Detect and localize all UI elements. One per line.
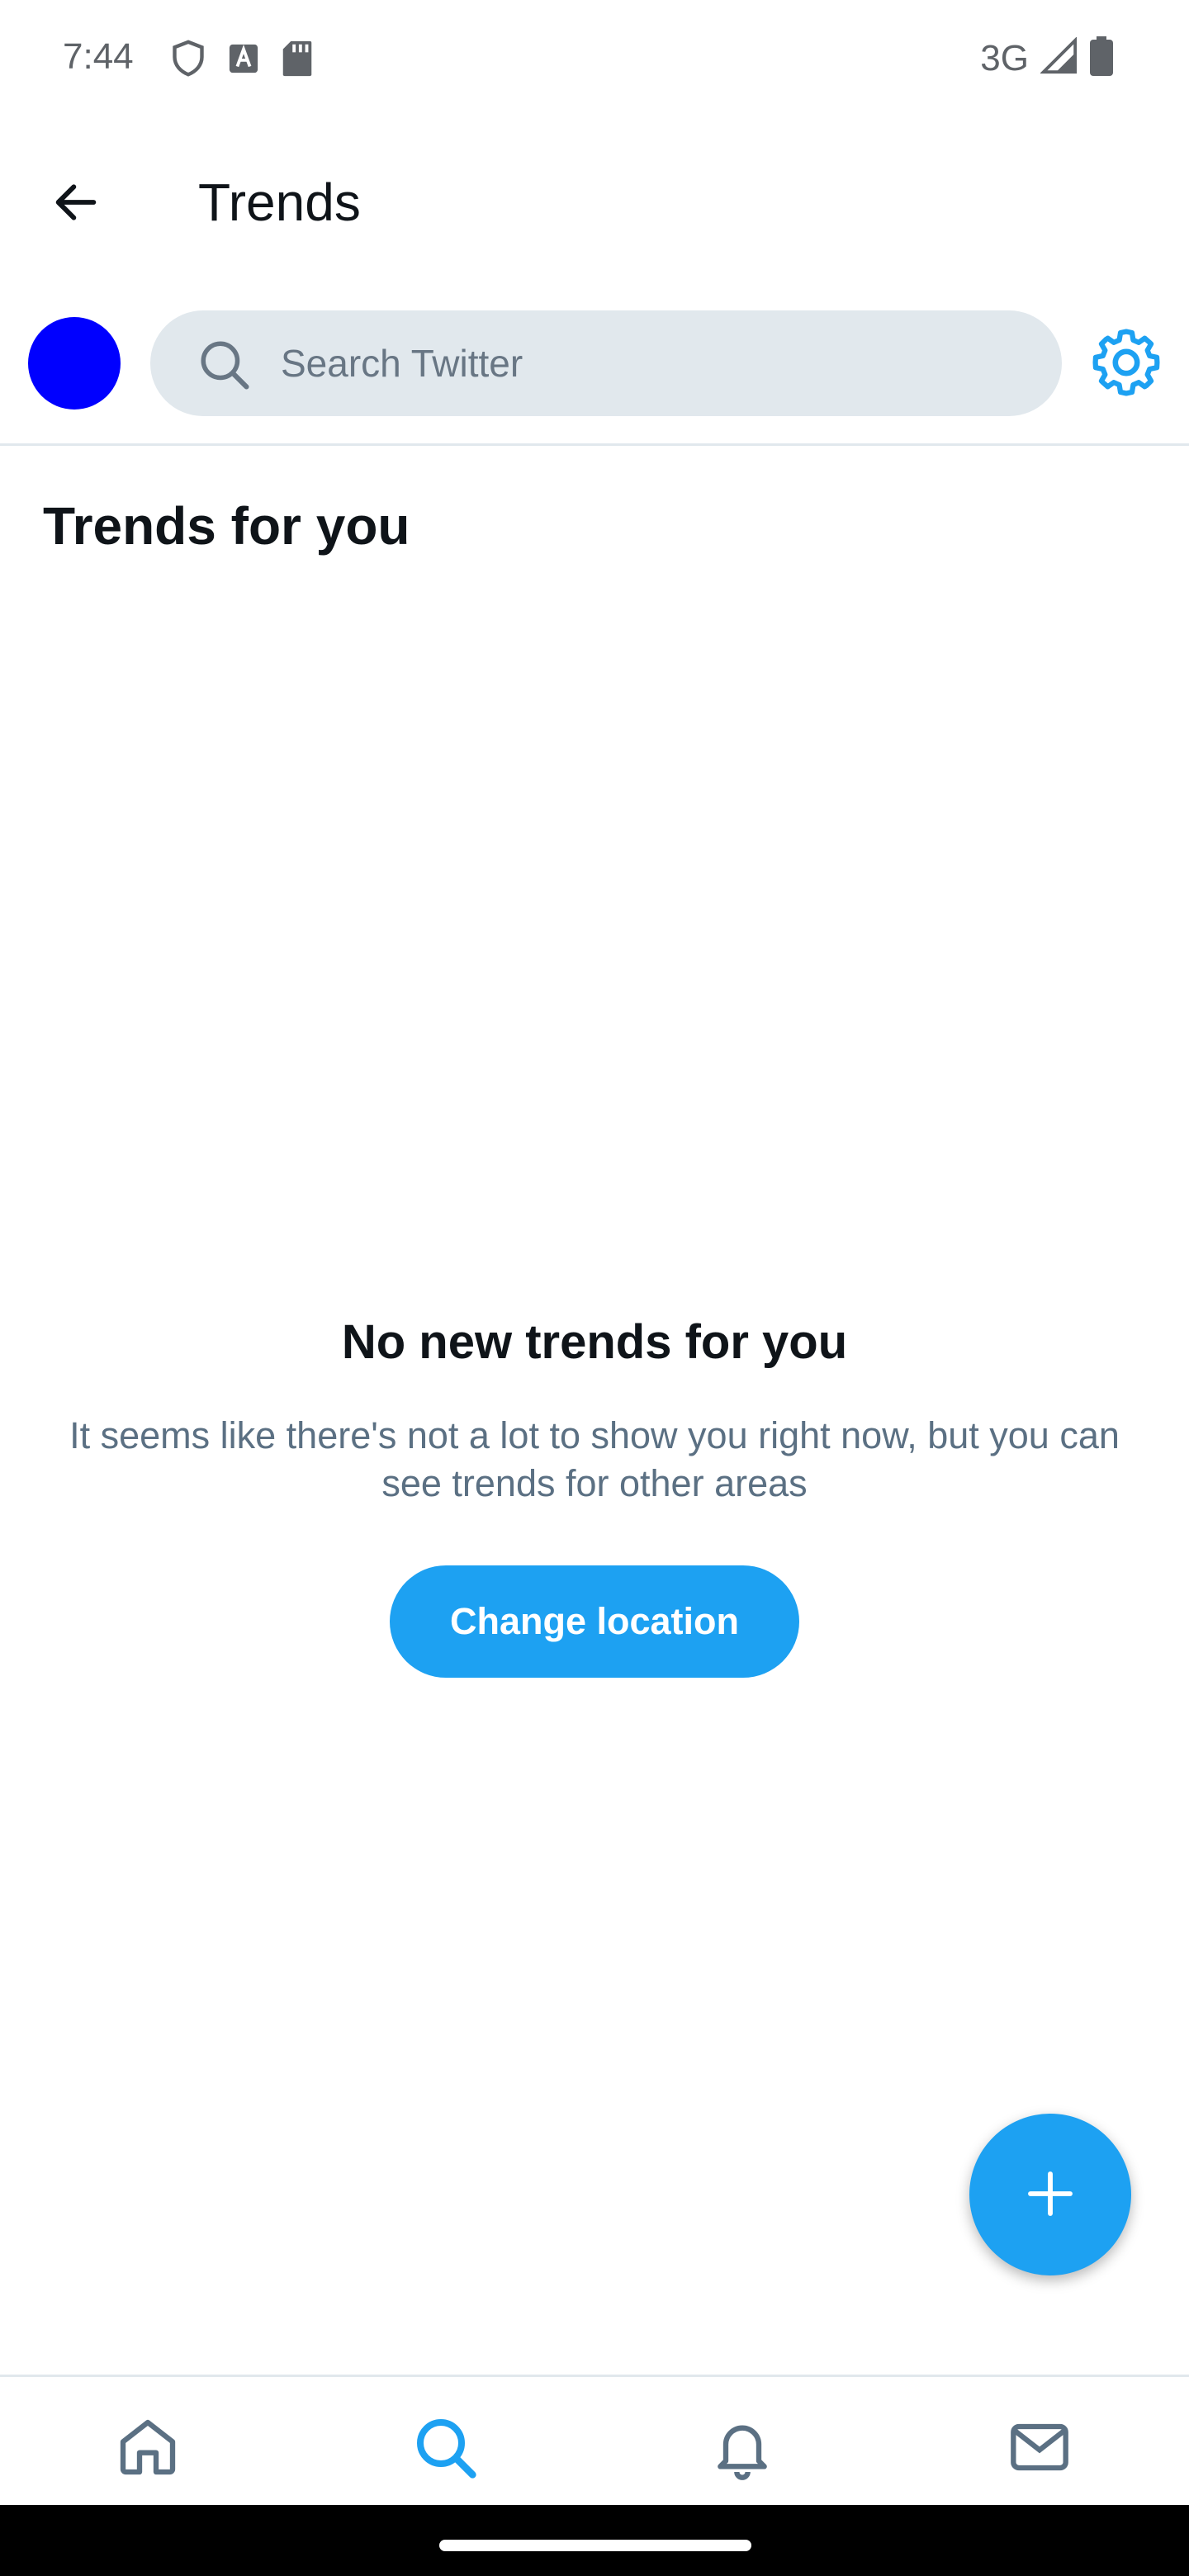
home-gesture-handle[interactable] <box>439 2540 751 2551</box>
status-bar: 7:44 3G <box>0 0 1189 121</box>
sd-card-icon <box>281 40 314 82</box>
network-type: 3G <box>980 37 1029 78</box>
settings-button[interactable] <box>1088 325 1164 401</box>
status-system-icons: 3G <box>980 36 1113 80</box>
nav-notifications[interactable] <box>705 2412 779 2486</box>
nav-messages[interactable] <box>1002 2412 1077 2486</box>
search-icon <box>412 2414 478 2484</box>
top-app-bar: Trends <box>0 121 1189 282</box>
page-title: Trends <box>198 173 361 232</box>
search-row <box>0 282 1189 446</box>
avatar[interactable] <box>28 317 121 410</box>
plus-icon <box>1024 2167 1077 2223</box>
home-icon <box>115 2414 181 2484</box>
back-button[interactable] <box>43 170 109 236</box>
change-location-button[interactable]: Change location <box>390 1565 799 1678</box>
status-time: 7:44 <box>63 36 134 77</box>
shield-icon <box>170 38 206 83</box>
arrow-left-icon <box>50 176 102 231</box>
compose-tweet-button[interactable] <box>969 2114 1131 2275</box>
empty-state-description: It seems like there's not a lot to show … <box>69 1414 1120 1504</box>
search-box[interactable] <box>150 310 1062 416</box>
search-icon <box>197 337 251 391</box>
nav-search[interactable] <box>408 2412 482 2486</box>
bottom-navigation <box>0 2375 1189 2505</box>
battery-icon <box>1090 36 1113 80</box>
search-input[interactable] <box>281 310 1024 416</box>
signal-icon <box>1040 36 1078 79</box>
keyboard-a-icon <box>228 43 259 78</box>
nav-home[interactable] <box>111 2412 185 2486</box>
bell-icon <box>709 2414 775 2484</box>
status-notification-icons <box>170 38 314 83</box>
gear-icon <box>1090 326 1163 401</box>
system-navigation-bar <box>0 2505 1189 2576</box>
section-title: Trends for you <box>43 496 410 556</box>
empty-state-title: No new trends for you <box>341 1315 848 1369</box>
mail-icon <box>1007 2414 1073 2484</box>
